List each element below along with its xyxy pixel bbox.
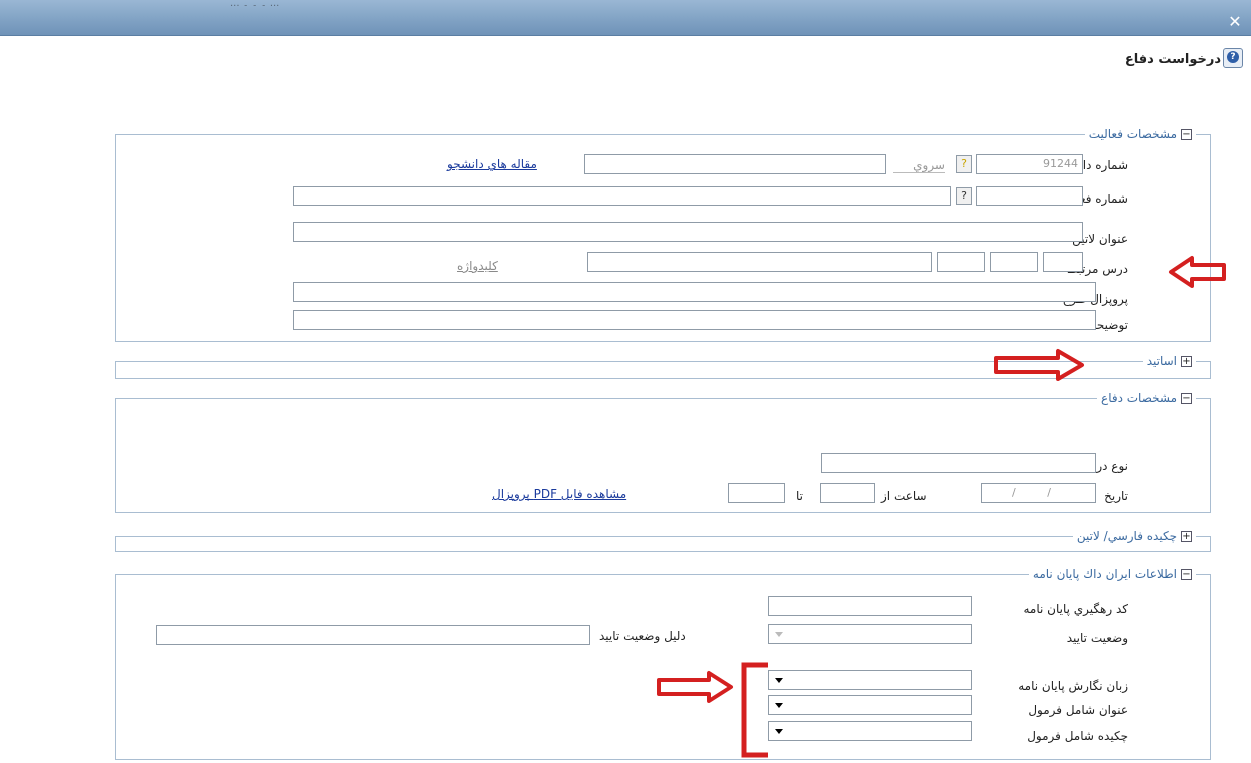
dropdown-arrow-icon <box>775 632 783 637</box>
approval-reason-input[interactable] <box>156 625 590 645</box>
professors-legend[interactable]: +اساتيد <box>1142 353 1196 369</box>
irandoc-legend[interactable]: −اطلاعات ايران داك پايان نامه <box>1028 566 1196 582</box>
thesis-language-select[interactable] <box>768 670 972 690</box>
annotation-bracket-icon <box>741 662 768 758</box>
tracking-code-label: كد رهگيري پايان نامه <box>1023 602 1128 616</box>
collapse-icon[interactable]: − <box>1181 569 1192 580</box>
activity-lookup-button[interactable]: ? <box>956 187 972 205</box>
expand-icon[interactable]: + <box>1181 531 1192 542</box>
time-to-label: تا <box>796 489 803 503</box>
keyword-link[interactable]: كليدواژه <box>457 259 498 273</box>
annotation-arrow-icon <box>994 349 1084 381</box>
proposal-input[interactable] <box>293 282 1096 302</box>
notes-input[interactable] <box>293 310 1096 330</box>
abstract-legend[interactable]: +چكيده فارسي/ لاتين <box>1072 528 1196 544</box>
abstract-formula-select[interactable] <box>768 721 972 741</box>
abstract-formula-label: چكيده شامل فرمول <box>1027 729 1128 743</box>
time-from-input[interactable] <box>820 483 875 503</box>
request-type-input[interactable] <box>821 453 1096 473</box>
title-formula-select[interactable] <box>768 695 972 715</box>
annotation-arrow-icon <box>1169 256 1226 288</box>
student-lookup-button[interactable]: ? <box>956 155 972 173</box>
activity-legend[interactable]: −مشخصات فعاليت <box>1084 126 1196 142</box>
page-title: درخواست دفاع <box>1124 52 1221 67</box>
help-icon[interactable] <box>1223 48 1243 68</box>
window-ghost-title: ... ۔ ۔ ۔ ... <box>230 0 280 9</box>
tracking-code-input[interactable] <box>768 596 972 616</box>
window-titlebar: ... ۔ ۔ ۔ ... ✕ <box>0 0 1251 36</box>
student-articles-link[interactable]: مقاله هاي دانشجو <box>447 157 537 171</box>
time-to-input[interactable] <box>728 483 785 503</box>
student-no-input[interactable]: 91244 <box>976 154 1083 174</box>
approval-status-select[interactable] <box>768 624 972 644</box>
course-input-1[interactable] <box>1043 252 1083 272</box>
course-name-input[interactable] <box>587 252 932 272</box>
activity-no-input[interactable] <box>976 186 1083 206</box>
dropdown-arrow-icon <box>775 678 783 683</box>
dropdown-arrow-icon <box>775 703 783 708</box>
date-input[interactable]: / / <box>981 483 1096 503</box>
expand-icon[interactable]: + <box>1181 356 1192 367</box>
close-icon[interactable]: ✕ <box>1227 14 1243 30</box>
annotation-arrow-icon <box>657 671 733 703</box>
dropdown-arrow-icon <box>775 729 783 734</box>
course-input-3[interactable] <box>937 252 985 272</box>
activity-title-input[interactable] <box>293 186 951 206</box>
collapse-icon[interactable]: − <box>1181 393 1192 404</box>
student-name-value: سروي <box>893 158 945 173</box>
latin-title-input[interactable] <box>293 222 1083 242</box>
abstract-fieldset: +چكيده فارسي/ لاتين <box>115 528 1211 552</box>
approval-status-label: وضعيت تاييد <box>1066 631 1128 645</box>
collapse-icon[interactable]: − <box>1181 129 1192 140</box>
defense-legend[interactable]: −مشخصات دفاع <box>1097 390 1196 406</box>
thesis-language-label: زبان نگارش پايان نامه <box>1018 679 1128 693</box>
course-input-2[interactable] <box>990 252 1038 272</box>
time-from-label: ساعت از <box>881 489 927 503</box>
title-formula-label: عنوان شامل فرمول <box>1028 703 1128 717</box>
approval-reason-label: دليل وضعيت تاييد <box>599 629 686 643</box>
proposal-pdf-link[interactable]: مشاهده فايل PDF پروپزال <box>492 487 626 501</box>
student-extra-input[interactable] <box>584 154 886 174</box>
date-label: تاريخ <box>1104 489 1128 503</box>
